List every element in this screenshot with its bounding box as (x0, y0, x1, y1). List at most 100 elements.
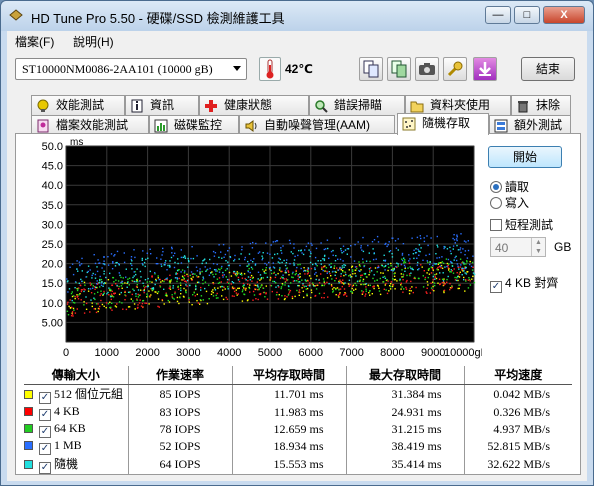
scatter-point (296, 266, 298, 269)
drive-select[interactable]: ST10000NM0086-2AA101 (10000 gB) (15, 58, 247, 80)
scatter-point (359, 270, 361, 272)
scatter-point (167, 299, 169, 302)
scatter-point (447, 275, 449, 278)
y-tick-label: 30.0 (42, 219, 63, 231)
avg-speed-cell: 4.937 MB/s (463, 420, 572, 438)
scatter-point (222, 289, 224, 291)
series-visible-checkbox[interactable]: ✓ (39, 391, 51, 404)
scatter-point (224, 288, 226, 290)
scatter-point (294, 280, 296, 282)
scatter-point (310, 277, 312, 280)
tab-aam[interactable]: 自動噪聲管理(AAM) (239, 115, 395, 135)
tab-benchmark[interactable]: 效能測試 (31, 95, 125, 115)
tab-random-access[interactable]: 隨機存取 (397, 113, 489, 135)
tab-info[interactable]: 資訊 (125, 95, 199, 115)
minimize-button[interactable]: — (485, 6, 511, 24)
scatter-point (200, 286, 202, 289)
scatter-point (449, 288, 451, 291)
scatter-point (285, 268, 287, 270)
scatter-point (343, 283, 345, 285)
series-visible-checkbox[interactable]: ✓ (39, 425, 51, 438)
tab-folder-usage[interactable]: 資料夾使用 (405, 95, 511, 115)
menu-help[interactable]: 說明(H) (73, 33, 114, 50)
close-button[interactable]: X (543, 6, 585, 24)
scatter-point (384, 277, 387, 279)
camera-icon[interactable] (415, 57, 439, 81)
menu-file[interactable]: 檔案(F) (15, 33, 54, 50)
series-visible-checkbox[interactable]: ✓ (39, 408, 51, 421)
scatter-point (430, 282, 432, 284)
scatter-point (133, 280, 135, 283)
scatter-point (387, 244, 389, 246)
title-bar[interactable]: HD Tune Pro 5.50 - 硬碟/SSD 檢測維護工具 — □ X (1, 1, 593, 31)
results-row: ✓ 1 MB 52 IOPS 18.934 ms 38.419 ms 52.815 MB/… (24, 437, 572, 455)
scatter-point (358, 264, 361, 266)
scatter-point (277, 261, 279, 263)
scatter-point (297, 281, 300, 283)
scatter-point (452, 237, 454, 240)
scatter-point (89, 269, 91, 271)
gb-unit-label: GB (554, 240, 572, 254)
series-visible-checkbox[interactable]: ✓ (39, 461, 51, 474)
short-test-box[interactable] (490, 219, 502, 231)
read-radio[interactable]: 讀取 (490, 178, 529, 195)
scatter-point (265, 242, 267, 244)
exit-button[interactable]: 結束 (521, 57, 575, 81)
scatter-point (215, 297, 218, 299)
tab-erase[interactable]: 抹除 (511, 95, 571, 115)
scatter-point (115, 279, 117, 281)
copy-text-icon[interactable] (359, 57, 383, 81)
scatter-point (400, 263, 403, 266)
save-download-icon[interactable] (473, 57, 497, 81)
start-button[interactable]: 開始 (488, 146, 562, 168)
scatter-point (83, 290, 85, 293)
scatter-point (237, 279, 240, 281)
series-visible-checkbox[interactable]: ✓ (39, 442, 51, 455)
scatter-point (71, 313, 74, 315)
scatter-point (385, 264, 387, 267)
write-radio-dot[interactable] (490, 197, 502, 209)
scatter-point (202, 276, 204, 278)
scatter-point (368, 268, 371, 270)
scatter-point (238, 258, 240, 260)
scatter-point (386, 292, 389, 295)
tab-extra-tests[interactable]: 額外測試 (489, 115, 571, 135)
scatter-point (102, 285, 104, 287)
scatter-point (315, 278, 317, 281)
tab-health[interactable]: 健康狀態 (199, 95, 309, 115)
scatter-point (133, 289, 135, 292)
copy-all-icon[interactable] (387, 57, 411, 81)
scatter-point (87, 290, 90, 292)
scatter-point (314, 295, 316, 297)
scatter-point (464, 272, 466, 274)
tab-disk-monitor[interactable]: 磁碟監控 (149, 115, 239, 135)
read-radio-dot[interactable] (490, 181, 502, 193)
scatter-point (462, 261, 464, 263)
scatter-point (112, 261, 114, 263)
options-wrench-icon[interactable] (443, 57, 467, 81)
tab-error-scan[interactable]: 錯誤掃瞄 (309, 95, 405, 115)
short-test-size-input[interactable]: 40 ▲ ▼ (490, 237, 546, 257)
short-test-checkbox[interactable]: 短程測試 (490, 216, 553, 233)
scatter-point (219, 269, 221, 271)
scatter-point (459, 247, 462, 249)
align-4kb-checkbox[interactable]: ✓ 4 KB 對齊 (490, 274, 558, 293)
avg-speed-cell: 0.042 MB/s (463, 384, 572, 404)
align-4kb-box[interactable]: ✓ (490, 281, 502, 293)
scatter-point (111, 284, 113, 286)
maximize-button[interactable]: □ (514, 6, 540, 24)
spinner-arrows-icon[interactable]: ▲ ▼ (531, 238, 545, 256)
scatter-point (246, 265, 248, 267)
tab-file-benchmark[interactable]: 檔案效能測試 (31, 115, 149, 135)
scatter-point (285, 262, 288, 264)
scatter-point (131, 260, 133, 262)
write-radio[interactable]: 寫入 (490, 194, 529, 211)
avg-access-cell: 11.983 ms (231, 403, 346, 421)
scatter-point (441, 278, 444, 280)
scatter-point (100, 290, 102, 292)
scatter-point (438, 278, 441, 280)
scatter-point (387, 263, 389, 265)
scatter-point (162, 247, 164, 250)
scatter-point (357, 241, 359, 243)
scatter-point (221, 257, 223, 259)
